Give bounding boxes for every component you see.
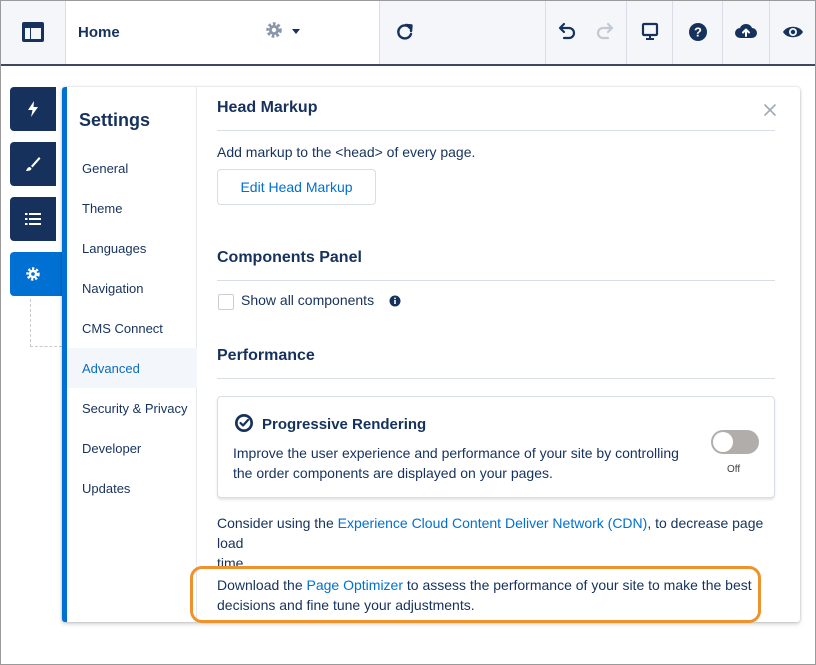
progressive-rendering-title: Progressive Rendering xyxy=(262,416,427,433)
cloud-upload-icon xyxy=(735,24,757,38)
refresh-button[interactable] xyxy=(380,0,430,64)
performance-heading: Performance xyxy=(217,347,315,364)
settings-nav: Settings General Theme Languages Navigat… xyxy=(67,87,197,622)
device-preview-button[interactable] xyxy=(627,0,673,64)
settings-nav-general[interactable]: General xyxy=(67,148,197,188)
advanced-settings-content: Head Markup Add markup to the <head> of … xyxy=(198,87,800,622)
settings-nav-languages[interactable]: Languages xyxy=(67,228,197,268)
divider xyxy=(217,378,775,379)
layout-icon-button[interactable] xyxy=(0,0,66,64)
cdn-note: Consider using the Experience Cloud Cont… xyxy=(217,513,787,573)
undo-redo-group xyxy=(545,0,627,64)
eye-icon xyxy=(783,26,803,38)
current-page-name: Home xyxy=(78,23,120,41)
help-button[interactable]: ? xyxy=(673,0,723,64)
show-all-components-checkbox[interactable] xyxy=(218,294,234,310)
refresh-icon xyxy=(397,23,413,40)
gear-icon[interactable] xyxy=(264,20,284,40)
lightning-icon xyxy=(28,101,38,117)
page-selector[interactable]: Home xyxy=(66,0,380,64)
progressive-rendering-card: Progressive Rendering Improve the user e… xyxy=(217,396,775,498)
builder-toolbar: Home ? xyxy=(0,0,816,66)
settings-gear-icon xyxy=(26,267,40,281)
settings-nav-navigation[interactable]: Navigation xyxy=(67,268,197,308)
progressive-rendering-toggle[interactable] xyxy=(711,430,759,454)
rail-pages-button[interactable] xyxy=(10,197,56,241)
divider xyxy=(217,280,775,281)
desktop-icon xyxy=(641,22,658,40)
toggle-knob xyxy=(713,432,733,452)
settings-panel: Settings General Theme Languages Navigat… xyxy=(62,87,800,622)
head-markup-description: Add markup to the <head> of every page. xyxy=(217,144,476,160)
settings-nav-advanced[interactable]: Advanced xyxy=(67,348,197,388)
close-icon[interactable] xyxy=(762,102,778,118)
svg-text:?: ? xyxy=(694,25,702,40)
settings-nav-cms-connect[interactable]: CMS Connect xyxy=(67,308,197,348)
show-all-components-label[interactable]: Show all components xyxy=(241,292,374,308)
chevron-down-icon[interactable] xyxy=(292,29,300,34)
rail-theme-button[interactable] xyxy=(10,142,56,186)
brush-icon xyxy=(26,157,41,171)
edit-head-markup-button[interactable]: Edit Head Markup xyxy=(217,169,376,205)
rail-drop-guide xyxy=(30,299,62,347)
rail-lightning-button[interactable] xyxy=(10,87,56,131)
cdn-note-prefix: Consider using the xyxy=(217,515,338,531)
settings-title: Settings xyxy=(79,110,151,130)
settings-nav-security-privacy[interactable]: Security & Privacy xyxy=(67,388,197,428)
layout-icon xyxy=(21,22,44,42)
rail-settings-button[interactable] xyxy=(10,252,66,296)
cdn-link[interactable]: Experience Cloud Content Deliver Network… xyxy=(338,515,648,531)
components-panel-heading: Components Panel xyxy=(217,249,362,266)
toggle-state-label: Off xyxy=(727,464,741,475)
help-icon: ? xyxy=(688,23,707,41)
info-icon[interactable] xyxy=(389,295,401,307)
gauge-icon xyxy=(235,414,253,432)
settings-nav-developer[interactable]: Developer xyxy=(67,428,197,468)
description-line: the order components are displayed on yo… xyxy=(233,465,553,481)
highlight-callout xyxy=(190,566,761,623)
description-line: Improve the user experience and performa… xyxy=(233,445,679,461)
list-icon xyxy=(25,213,41,225)
settings-nav-theme[interactable]: Theme xyxy=(67,188,197,228)
publish-button[interactable] xyxy=(723,0,770,64)
divider xyxy=(217,130,775,131)
undo-icon[interactable] xyxy=(555,22,577,42)
redo-icon[interactable] xyxy=(595,22,617,42)
head-markup-heading: Head Markup xyxy=(217,99,318,116)
progressive-rendering-description: Improve the user experience and performa… xyxy=(233,443,683,483)
preview-button[interactable] xyxy=(770,0,816,64)
settings-nav-updates[interactable]: Updates xyxy=(67,468,197,508)
cdn-note-line: Consider using the Experience Cloud Cont… xyxy=(217,513,787,553)
